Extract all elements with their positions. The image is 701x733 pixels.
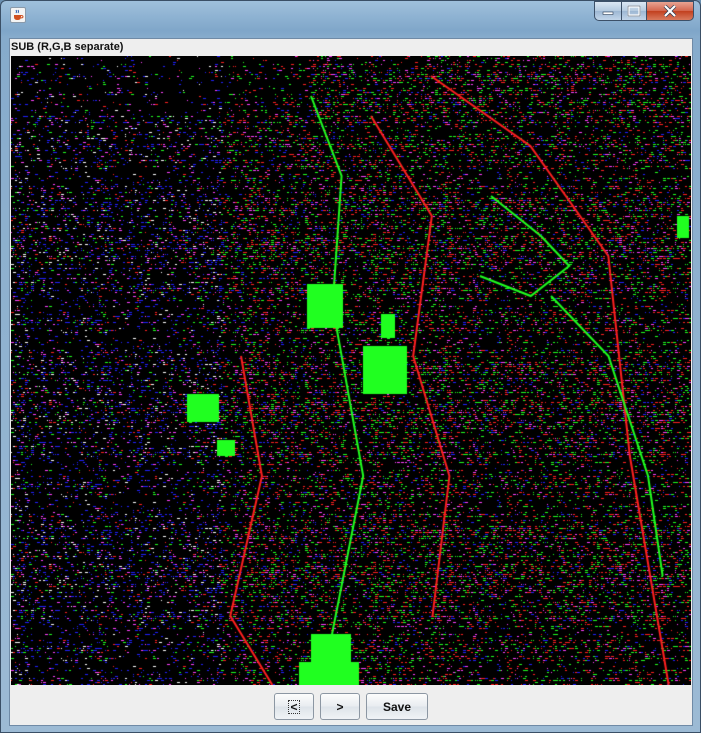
- close-icon: [663, 5, 677, 17]
- app-window: SUB (R,G,B separate) < > Save: [0, 0, 701, 733]
- minimize-icon: [602, 11, 614, 15]
- save-button[interactable]: Save: [366, 693, 428, 720]
- title-bar[interactable]: [1, 1, 700, 31]
- previous-button-label: <: [288, 699, 300, 714]
- client-area: SUB (R,G,B separate) < > Save: [9, 38, 693, 726]
- java-cup-icon[interactable]: [10, 7, 26, 23]
- control-bar: < > Save: [10, 685, 692, 725]
- maximize-button[interactable]: [621, 1, 647, 21]
- minimize-button[interactable]: [594, 1, 621, 21]
- image-caption: SUB (R,G,B separate): [11, 41, 124, 53]
- close-button[interactable]: [647, 1, 694, 21]
- previous-button[interactable]: <: [274, 693, 314, 720]
- edge-detection-image: [11, 56, 691, 685]
- image-display: [11, 56, 691, 685]
- maximize-icon: [627, 5, 641, 17]
- next-button[interactable]: >: [320, 693, 360, 720]
